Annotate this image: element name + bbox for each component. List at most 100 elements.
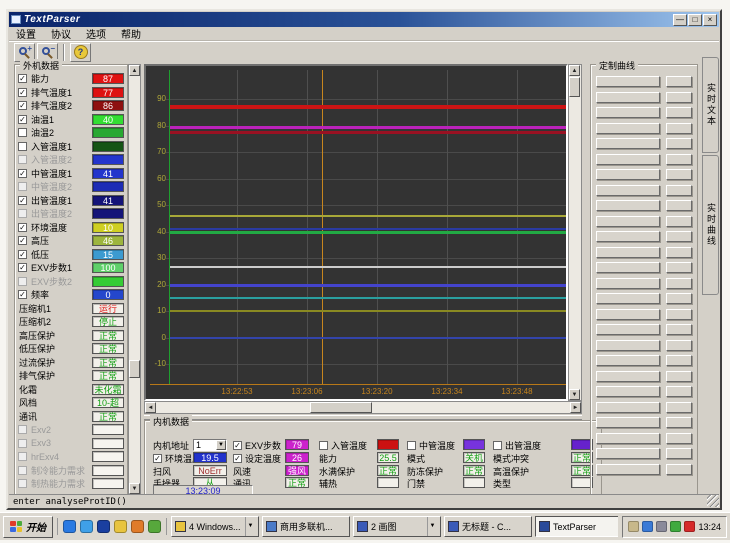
curve-color-slot[interactable] [666,123,692,134]
checkbox[interactable] [18,142,27,151]
scroll-up-icon[interactable]: ▲ [129,65,140,76]
curve-color-slot[interactable] [666,169,692,180]
task-button[interactable]: 无标题 - C... [444,516,532,537]
curve-name-slot[interactable] [596,123,660,134]
curve-color-slot[interactable] [666,278,692,289]
checkbox[interactable]: ✓ [18,290,27,299]
messenger-icon[interactable] [642,521,653,532]
title-bar[interactable]: TextParser — □ × [9,12,719,27]
outlook-express-icon[interactable] [80,520,93,533]
thunder-icon[interactable] [684,521,695,532]
scroll-down-icon[interactable]: ▼ [569,389,580,400]
scrollbar-thumb[interactable] [569,77,580,97]
media-player-icon[interactable] [114,520,127,533]
curve-name-slot[interactable] [596,76,660,87]
checkbox[interactable] [18,425,27,434]
curve-name-slot[interactable] [596,417,660,428]
scroll-up-icon[interactable]: ▲ [569,65,580,76]
internet-explorer-icon[interactable] [63,520,76,533]
tab-realtime-text[interactable]: 实时文本 [702,57,719,153]
curve-color-slot[interactable] [666,247,692,258]
chart-horizontal-scrollbar[interactable]: ◄ ► [144,401,582,414]
help-button[interactable]: ? [70,43,91,62]
checkbox[interactable] [18,277,27,286]
curve-color-slot[interactable] [666,402,692,413]
checkbox[interactable] [18,182,27,191]
curve-color-slot[interactable] [666,309,692,320]
curve-color-slot[interactable] [666,340,692,351]
checkbox[interactable]: ✓ [18,101,27,110]
curve-name-slot[interactable] [596,433,660,444]
curve-name-slot[interactable] [596,262,660,273]
checkbox[interactable] [319,441,328,450]
checkbox[interactable] [18,479,27,488]
checkbox[interactable]: ✓ [18,74,27,83]
security-icon[interactable] [131,520,144,533]
curve-color-slot[interactable] [666,293,692,304]
start-button[interactable]: 开始 [3,516,53,538]
task-button[interactable]: TextParser [535,516,618,537]
scrollbar-thumb[interactable] [129,360,140,378]
curve-name-slot[interactable] [596,340,660,351]
chart-plot[interactable]: 9080706050403020100-1013:22:5313:23:0613… [144,64,568,401]
task-button[interactable]: 4 Windows...▼ [171,516,259,537]
curve-name-slot[interactable] [596,278,660,289]
menu-options[interactable]: 选项 [86,26,106,41]
scrollbar-thumb[interactable] [310,402,372,413]
curve-color-slot[interactable] [666,324,692,335]
curve-color-slot[interactable] [666,107,692,118]
checkbox[interactable]: ✓ [233,454,242,463]
checkbox[interactable] [18,452,27,461]
checkbox[interactable]: ✓ [18,196,27,205]
tab-realtime-curve[interactable]: 实时曲线 [702,155,719,295]
curve-color-slot[interactable] [666,231,692,242]
checkbox[interactable]: ✓ [18,115,27,124]
menu-protocol[interactable]: 协议 [51,26,71,41]
curve-color-slot[interactable] [666,76,692,87]
checkbox[interactable]: ✓ [233,441,242,450]
curve-color-slot[interactable] [666,185,692,196]
curve-name-slot[interactable] [596,448,660,459]
curve-color-slot[interactable] [666,355,692,366]
close-button[interactable]: × [703,14,717,26]
curve-name-slot[interactable] [596,293,660,304]
curve-name-slot[interactable] [596,386,660,397]
task-group-arrow-icon[interactable]: ▼ [245,517,255,536]
checkbox[interactable] [18,209,27,218]
curve-color-slot[interactable] [666,417,692,428]
curve-name-slot[interactable] [596,231,660,242]
curve-name-slot[interactable] [596,355,660,366]
curve-name-slot[interactable] [596,185,660,196]
checkbox[interactable] [493,441,502,450]
scroll-down-icon[interactable]: ▼ [129,483,140,494]
checkbox[interactable] [18,439,27,448]
checkbox[interactable]: ✓ [18,88,27,97]
menu-settings[interactable]: 设置 [16,26,36,41]
checkbox[interactable] [18,128,27,137]
curve-color-slot[interactable] [666,386,692,397]
indoor-address-select[interactable]: 1▼ [193,439,227,451]
curve-name-slot[interactable] [596,200,660,211]
show-hidden-icons-icon[interactable] [656,521,667,532]
task-button[interactable]: 商用多联机... [262,516,350,537]
maximize-button[interactable]: □ [688,14,702,26]
curve-name-slot[interactable] [596,107,660,118]
curve-color-slot[interactable] [666,216,692,227]
nvidia-icon[interactable] [670,521,681,532]
curve-name-slot[interactable] [596,324,660,335]
curve-name-slot[interactable] [596,247,660,258]
curve-color-slot[interactable] [666,433,692,444]
show-desktop-icon[interactable] [97,520,110,533]
checkbox[interactable] [407,441,416,450]
task-group-arrow-icon[interactable]: ▼ [427,517,437,536]
curve-color-slot[interactable] [666,464,692,475]
checkbox[interactable]: ✓ [18,263,27,272]
scroll-right-icon[interactable]: ► [570,402,581,413]
outdoor-panel-scrollbar[interactable]: ▲ ▼ [128,64,141,495]
curve-color-slot[interactable] [666,200,692,211]
dropdown-arrow-icon[interactable]: ▼ [216,440,226,450]
checkbox[interactable]: ✓ [18,169,27,178]
checkbox[interactable]: ✓ [18,250,27,259]
curve-color-slot[interactable] [666,262,692,273]
menu-help[interactable]: 帮助 [121,26,141,41]
